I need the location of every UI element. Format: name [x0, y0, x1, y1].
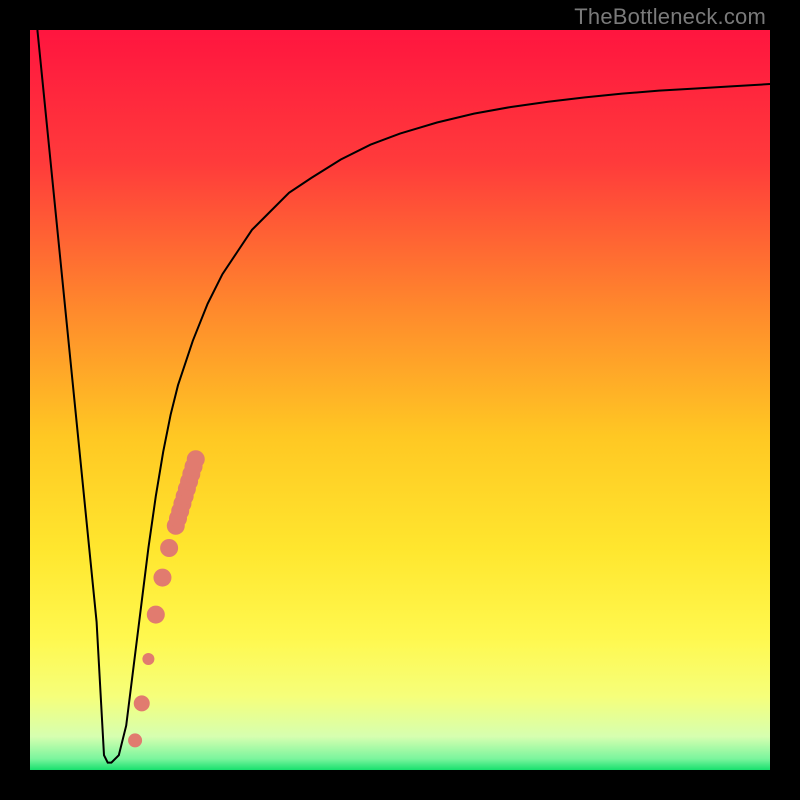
highlight-dot	[142, 653, 154, 665]
highlight-dot	[160, 539, 178, 557]
highlight-dot	[134, 695, 150, 711]
highlight-dot	[187, 450, 205, 468]
highlight-dot	[147, 606, 165, 624]
plot-area	[30, 30, 770, 770]
highlight-dot	[128, 733, 142, 747]
highlight-dot	[153, 569, 171, 587]
watermark-text: TheBottleneck.com	[574, 4, 766, 30]
chart-frame: TheBottleneck.com	[0, 0, 800, 800]
gradient-background	[30, 30, 770, 770]
bottleneck-chart	[30, 30, 770, 770]
